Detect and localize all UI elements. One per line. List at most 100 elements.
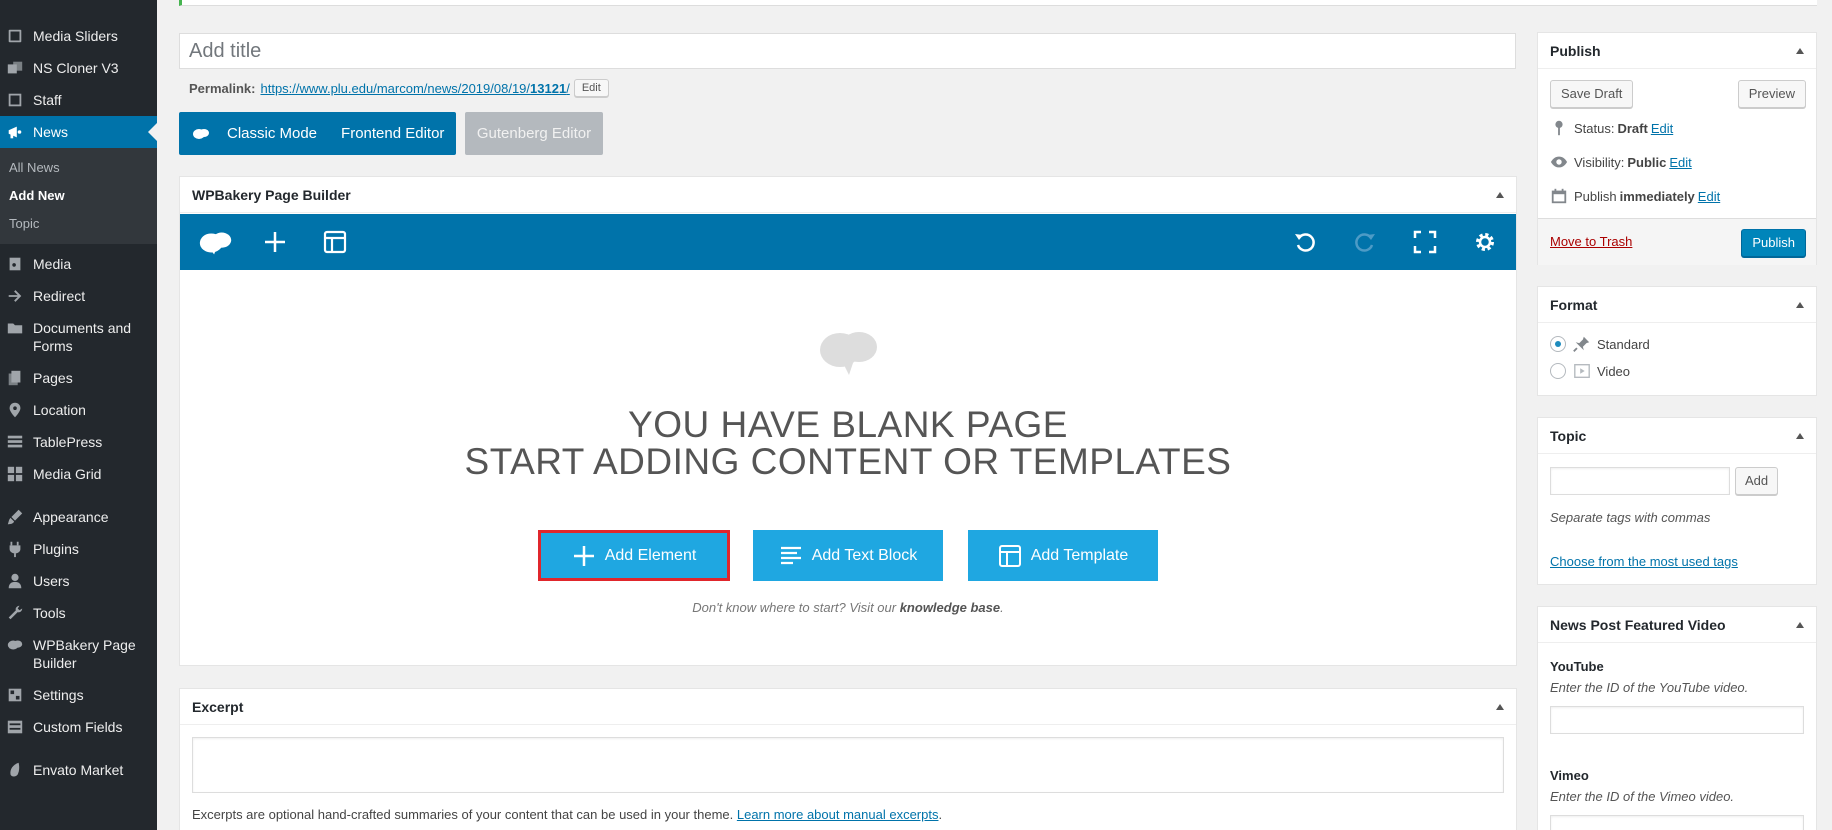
- classic-mode-button[interactable]: Classic Mode: [215, 112, 329, 155]
- permalink-url-prefix: https://www.plu.edu/marcom/news/2019/08/…: [260, 80, 531, 96]
- sidebar-item-location[interactable]: Location: [0, 394, 157, 426]
- collapse-toggle-icon[interactable]: [1796, 621, 1804, 628]
- topic-tag-input[interactable]: [1550, 467, 1730, 495]
- standard-radio[interactable]: [1550, 336, 1566, 352]
- submenu-all-news[interactable]: All News: [0, 154, 157, 182]
- save-draft-button[interactable]: Save Draft: [1550, 80, 1634, 108]
- sidebar-item-appearance[interactable]: Appearance: [0, 501, 157, 533]
- topic-box-title: Topic: [1550, 427, 1587, 444]
- move-to-trash-link[interactable]: Move to Trash: [1550, 234, 1632, 249]
- sidebar-item-media[interactable]: Media: [0, 248, 157, 280]
- fullscreen-icon[interactable]: [1411, 228, 1439, 256]
- visibility-label: Visibility:: [1574, 154, 1625, 170]
- sidebar-item-envato[interactable]: Envato Market: [0, 754, 157, 786]
- add-element-button[interactable]: Add Element: [538, 530, 730, 581]
- permalink-edit-button[interactable]: Edit: [573, 79, 609, 97]
- post-title-input[interactable]: Add title: [179, 33, 1516, 69]
- featured-video-title: News Post Featured Video: [1550, 616, 1726, 633]
- sidebar-item-wpbakery[interactable]: WPBakery Page Builder: [0, 629, 157, 679]
- video-icon: [1574, 364, 1590, 378]
- sidebar-item-news[interactable]: News: [0, 116, 157, 148]
- excerpt-learn-more-link[interactable]: Learn more about manual excerpts: [737, 807, 939, 822]
- sidebar-item-label: Envato Market: [33, 762, 124, 778]
- template-icon: [998, 544, 1021, 567]
- settings-gear-icon[interactable]: [1471, 228, 1499, 256]
- sidebar-item-ns-cloner[interactable]: NS Cloner V3: [0, 52, 157, 84]
- vimeo-id-input[interactable]: [1550, 815, 1804, 830]
- publish-actions: Move to Trash Publish: [1538, 218, 1816, 265]
- visibility-value: Public: [1627, 154, 1667, 170]
- calendar-icon: [1551, 188, 1567, 204]
- sidebar-item-label: News: [33, 124, 69, 140]
- publish-time-value: immediately: [1619, 188, 1695, 204]
- blank-page-area: YOU HAVE BLANK PAGE START ADDING CONTENT…: [180, 270, 1516, 665]
- format-option-standard[interactable]: Standard: [1550, 335, 1650, 353]
- collapse-toggle-icon[interactable]: [1496, 191, 1504, 198]
- status-row: Status: Draft Edit: [1550, 119, 1673, 137]
- publish-time-edit-link[interactable]: Edit: [1698, 189, 1720, 204]
- help-prefix: Don't know where to start? Visit our: [692, 600, 900, 615]
- sidebar-item-label: Pages: [33, 370, 73, 386]
- plugin-icon: [0, 540, 33, 558]
- excerpt-textarea[interactable]: [192, 737, 1504, 793]
- redo-icon[interactable]: [1351, 228, 1379, 256]
- sidebar-item-custom-fields[interactable]: Custom Fields: [0, 711, 157, 743]
- collapse-toggle-icon[interactable]: [1496, 703, 1504, 710]
- folder-icon: [0, 319, 33, 337]
- format-video-label: Video: [1597, 363, 1631, 379]
- sidebar-item-tablepress[interactable]: TablePress: [0, 426, 157, 458]
- undo-icon[interactable]: [1291, 228, 1319, 256]
- sidebar-item-staff[interactable]: Staff: [0, 84, 157, 116]
- add-text-block-label: Add Text Block: [811, 546, 918, 564]
- choose-most-used-tags-link[interactable]: Choose from the most used tags: [1550, 554, 1738, 569]
- format-option-video[interactable]: Video: [1550, 362, 1630, 380]
- add-text-block-button[interactable]: Add Text Block: [753, 530, 943, 581]
- sidebar-item-media-sliders[interactable]: Media Sliders: [0, 20, 157, 52]
- collapse-toggle-icon[interactable]: [1796, 301, 1804, 308]
- sidebar-item-label: Users: [33, 573, 70, 589]
- video-radio[interactable]: [1550, 363, 1566, 379]
- publish-button[interactable]: Publish: [1741, 229, 1806, 257]
- topic-help-text: Separate tags with commas: [1550, 510, 1711, 525]
- permalink-link[interactable]: https://www.plu.edu/marcom/news/2019/08/…: [260, 81, 569, 96]
- excerpt-help-body: Excerpts are optional hand-crafted summa…: [192, 807, 737, 822]
- wpbakery-cloud-logo-icon[interactable]: [196, 228, 236, 256]
- add-template-button[interactable]: Add Template: [968, 530, 1158, 581]
- excerpt-help-suffix: .: [938, 807, 943, 822]
- knowledge-base-link[interactable]: knowledge base: [900, 600, 1000, 615]
- sidebar-item-label: TablePress: [33, 434, 103, 450]
- topic-add-button[interactable]: Add: [1735, 467, 1779, 495]
- submenu-add-new[interactable]: Add New: [0, 182, 157, 210]
- excerpt-help-text: Excerpts are optional hand-crafted summa…: [192, 807, 942, 822]
- wrench-icon: [0, 604, 33, 622]
- add-element-plus-icon[interactable]: [261, 228, 289, 256]
- status-edit-link[interactable]: Edit: [1651, 121, 1673, 136]
- custom-fields-icon: [0, 718, 33, 736]
- format-box: Format Standard Video: [1537, 286, 1817, 396]
- frontend-editor-button[interactable]: Frontend Editor: [329, 112, 456, 155]
- sidebar-item-label: Location: [33, 402, 86, 418]
- preview-button[interactable]: Preview: [1737, 80, 1806, 108]
- publish-box: Publish Save Draft Preview Status: Draft…: [1537, 32, 1817, 265]
- vimeo-label: Vimeo: [1550, 768, 1589, 783]
- submenu-topic[interactable]: Topic: [0, 210, 157, 238]
- sidebar-item-pages[interactable]: Pages: [0, 362, 157, 394]
- youtube-id-input[interactable]: [1550, 706, 1804, 734]
- table-icon: [0, 433, 33, 451]
- sidebar-item-tools[interactable]: Tools: [0, 597, 157, 629]
- sidebar-item-users[interactable]: Users: [0, 565, 157, 597]
- settings-icon: [0, 686, 33, 704]
- sidebar-item-label: Custom Fields: [33, 719, 123, 735]
- sidebar-item-settings[interactable]: Settings: [0, 679, 157, 711]
- sidebar-item-redirect[interactable]: Redirect: [0, 280, 157, 312]
- gutenberg-editor-button[interactable]: Gutenberg Editor: [465, 112, 603, 155]
- top-notice-bar: [179, 0, 1817, 6]
- collapse-toggle-icon[interactable]: [1796, 47, 1804, 54]
- sidebar-item-plugins[interactable]: Plugins: [0, 533, 157, 565]
- sidebar-item-media-grid[interactable]: Media Grid: [0, 458, 157, 490]
- templates-icon[interactable]: [321, 228, 349, 256]
- collapse-toggle-icon[interactable]: [1796, 432, 1804, 439]
- publish-time-label: Publish: [1574, 188, 1617, 204]
- visibility-edit-link[interactable]: Edit: [1669, 155, 1691, 170]
- sidebar-item-documents[interactable]: Documents and Forms: [0, 312, 157, 362]
